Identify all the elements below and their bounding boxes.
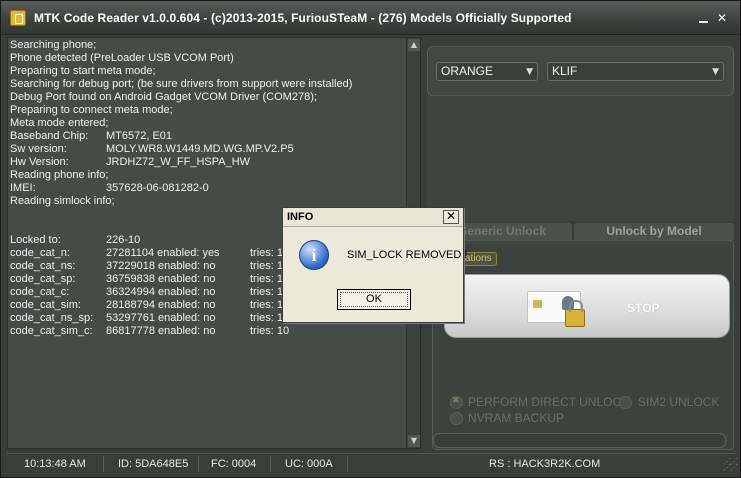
log-cell: Reading phone info; <box>10 169 109 181</box>
dialog-title: INFO <box>287 211 314 223</box>
dialog-title-bar[interactable]: INFO ✕ <box>283 208 463 227</box>
log-cell: Searching phone; <box>10 39 97 51</box>
log-line: code_cat_sim_c: 86817778 enabled: no tries… <box>10 325 406 338</box>
log-cell: code_cat_n: <box>10 247 70 259</box>
log-cell: tries: 1 <box>250 312 284 324</box>
log-cell: Sw version: <box>10 143 67 155</box>
main-window: MTK Code Reader v1.0.0.604 - (c)2013-201… <box>0 0 741 478</box>
info-icon: i <box>299 240 329 270</box>
status-id: ID: 5DA648E5 <box>118 458 189 470</box>
log-cell: code_cat_sim_c: <box>10 325 93 337</box>
resize-grip-icon[interactable]: ⋰⋰ ⋰⋰ <box>723 458 738 472</box>
log-cell: code_cat_sim: <box>10 299 81 311</box>
log-cell: Searching for debug port; (be sure drive… <box>10 78 353 90</box>
chevron-down-icon: ▼ <box>712 67 719 77</box>
log-cell: Meta mode entered; <box>10 117 109 129</box>
log-line: Phone detected (PreLoader USB VCOM Port) <box>10 52 406 65</box>
log-cell: 27281104 enabled: yes <box>106 247 220 259</box>
status-fc: FC: 0004 <box>211 458 257 470</box>
status-divider <box>347 456 348 472</box>
log-line: Searching for debug port; (be sure drive… <box>10 78 406 91</box>
minimize-button[interactable] <box>698 12 710 24</box>
log-line: Debug Port found on Android Gadget VCOM … <box>10 91 406 104</box>
log-cell: tries: 10 <box>250 325 290 337</box>
model-select-value: KLIF <box>552 64 578 78</box>
log-cell: 36324994 enabled: no <box>106 286 216 298</box>
log-cell: 53297761 enabled: no <box>106 312 216 324</box>
log-line: Meta mode entered; <box>10 117 406 130</box>
chip-icon <box>533 300 542 308</box>
title-bar[interactable]: MTK Code Reader v1.0.0.604 - (c)2013-201… <box>1 1 740 35</box>
status-divider <box>198 456 199 472</box>
log-cell: tries: 1 <box>250 299 284 311</box>
brand-select-value: ORANGE <box>441 64 494 78</box>
log-cell: MT6572, E01 <box>106 130 173 142</box>
right-panel-body <box>427 96 734 221</box>
sim2-unlock-label[interactable]: SIM2 UNLOCK <box>638 395 719 409</box>
log-cell: JRDHZ72_W_FF_HSPA_HW <box>106 156 251 168</box>
log-cell: Preparing to start meta mode; <box>10 65 156 77</box>
close-button[interactable]: ✕ <box>716 12 728 24</box>
log-cell: tries: 1 <box>250 286 284 298</box>
log-cell: code_cat_sp: <box>10 273 76 285</box>
model-selector-panel: ORANGE ▼ KLIF ▼ <box>427 46 734 96</box>
progress-bar <box>433 433 726 448</box>
dialog-message: SIM_LOCK REMOVED ! <box>347 249 468 261</box>
log-line: Reading phone info; <box>10 169 406 182</box>
scroll-down-icon[interactable]: ▼ <box>408 435 420 447</box>
direct-unlock-label[interactable]: PERFORM DIRECT UNLOCK <box>468 395 629 409</box>
log-cell: 86817778 enabled: no <box>106 325 216 337</box>
log-cell: Baseband Chip: <box>10 130 89 142</box>
log-cell: code_cat_c: <box>10 286 70 298</box>
log-cell: 357628-06-081282-0 <box>106 182 209 194</box>
log-cell: tries: 1 <box>250 260 284 272</box>
status-uc: UC: 000A <box>285 458 333 470</box>
ok-button[interactable]: OK <box>337 289 411 310</box>
log-cell: Hw Version: <box>10 156 69 168</box>
status-bar: 10:13:48 AM ID: 5DA648E5 FC: 0004 UC: 00… <box>7 453 736 473</box>
log-line: Preparing to connect meta mode; <box>10 104 406 117</box>
stop-label: STOP <box>627 301 660 315</box>
log-cell: Phone detected (PreLoader USB VCOM Port) <box>10 52 234 64</box>
log-cell: code_cat_ns_sp: <box>10 312 94 324</box>
log-cell: tries: 1 <box>250 273 284 285</box>
info-dialog: INFO ✕ i SIM_LOCK REMOVED ! OK <box>282 207 468 323</box>
direct-unlock-radio[interactable] <box>450 396 463 409</box>
brand-select[interactable]: ORANGE ▼ <box>436 62 538 81</box>
log-cell: 36759838 enabled: no <box>106 273 216 285</box>
log-cell: Reading simlock info; <box>10 195 115 207</box>
log-cell: 28188794 enabled: no <box>106 299 216 311</box>
window-title: MTK Code Reader v1.0.0.604 - (c)2013-201… <box>34 11 572 25</box>
log-line: Sw version: MOLY.WR8.W1449.MD.WG.MP.V2.P5 <box>10 143 406 156</box>
log-cell: 226-10 <box>106 234 141 246</box>
nvram-backup-label[interactable]: NVRAM BACKUP <box>468 411 564 425</box>
log-cell: tries: 1 <box>250 247 284 259</box>
log-cell: code_cat_ns: <box>10 260 76 272</box>
app-icon <box>10 10 26 26</box>
nvram-backup-radio[interactable] <box>450 412 463 425</box>
log-cell: Debug Port found on Android Gadget VCOM … <box>10 91 317 103</box>
status-divider <box>270 456 271 472</box>
dialog-close-button[interactable]: ✕ <box>443 210 459 224</box>
padlock-icon <box>565 300 585 327</box>
status-rs: RS : HACK3R2K.COM <box>489 458 601 470</box>
log-cell: 37229018 enabled: no <box>106 260 216 272</box>
log-line: Searching phone; <box>10 39 406 52</box>
log-line: Hw Version: JRDHZ72_W_FF_HSPA_HW <box>10 156 406 169</box>
log-cell: IMEI: <box>10 182 36 194</box>
stop-button[interactable]: STOP <box>444 274 730 338</box>
log-line: Baseband Chip: MT6572, E01 <box>10 130 406 143</box>
status-divider <box>103 456 104 472</box>
log-line: IMEI: 357628-06-081282-0 <box>10 182 406 195</box>
log-cell: Preparing to connect meta mode; <box>10 104 173 116</box>
log-cell: MOLY.WR8.W1449.MD.WG.MP.V2.P5 <box>106 143 294 155</box>
model-select[interactable]: KLIF ▼ <box>547 62 724 81</box>
status-time: 10:13:48 AM <box>24 458 86 470</box>
scroll-up-icon[interactable]: ▲ <box>408 39 420 51</box>
log-cell: Locked to: <box>10 234 61 246</box>
log-line: Preparing to start meta mode; <box>10 65 406 78</box>
chevron-down-icon: ▼ <box>526 67 533 77</box>
tab-unlock-by-model[interactable]: Unlock by Model <box>574 223 734 240</box>
sim2-unlock-radio[interactable] <box>619 396 632 409</box>
